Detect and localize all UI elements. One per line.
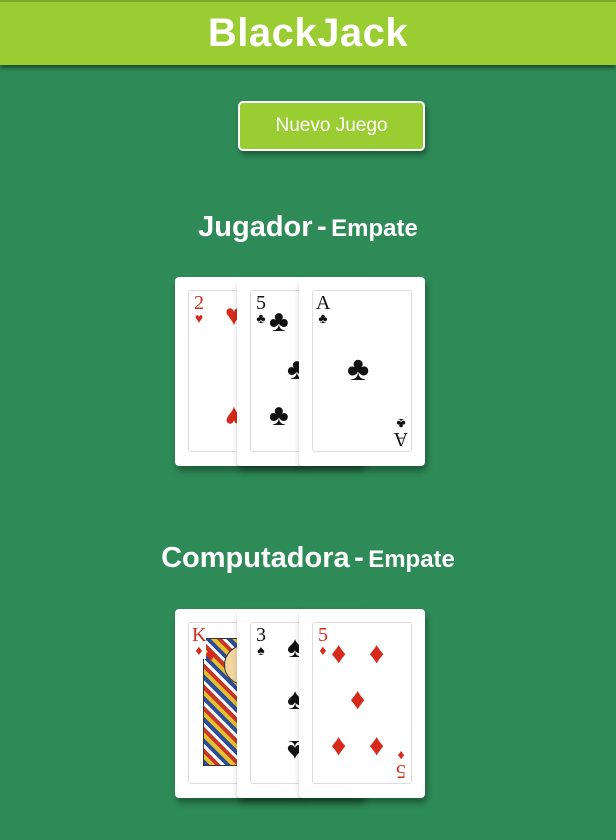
player-separator: - bbox=[317, 211, 327, 243]
card-rank: 3 bbox=[256, 624, 266, 646]
diamond-icon: ♦ bbox=[195, 644, 203, 659]
app-header: BlackJack bbox=[0, 0, 616, 65]
spade-icon: ♠ bbox=[257, 644, 265, 659]
club-icon: ♣ bbox=[256, 312, 266, 327]
club-icon: ♣ bbox=[318, 312, 328, 327]
card-rank: A bbox=[393, 428, 408, 450]
card-index: 5 ♦ bbox=[316, 624, 330, 659]
heart-icon: ♥ bbox=[194, 312, 204, 327]
player-heading: Jugador - Empate bbox=[0, 211, 616, 244]
card-rank: 5 bbox=[256, 292, 266, 314]
card-rank: 5 bbox=[396, 760, 406, 782]
diamond-icon: ♦ bbox=[369, 637, 385, 670]
card-index: A ♣ bbox=[316, 292, 331, 327]
card-index: 2 ♥ bbox=[192, 292, 206, 327]
club-icon: ♣ bbox=[347, 350, 370, 388]
player-card-3: A ♣ ♣ A ♣ bbox=[299, 277, 425, 466]
computer-name: Computadora bbox=[161, 542, 350, 574]
computer-result: Empate bbox=[368, 546, 455, 573]
new-game-button[interactable]: Nuevo Juego bbox=[238, 101, 425, 151]
computer-card-3: 5 ♦ ♦ ♦ ♦ ♦ ♦ 5 ♦ bbox=[299, 609, 425, 798]
club-icon: ♣ bbox=[269, 305, 289, 338]
player-name: Jugador bbox=[198, 211, 313, 243]
club-icon: ♣ bbox=[396, 415, 406, 430]
card-index-bottom: 5 ♦ bbox=[394, 747, 408, 782]
card-index: 3 ♠ bbox=[254, 624, 268, 659]
card-index-bottom: A ♣ bbox=[393, 415, 408, 450]
player-result: Empate bbox=[331, 215, 418, 242]
diamond-icon: ♦ bbox=[369, 729, 385, 762]
club-icon: ♣ bbox=[269, 399, 289, 432]
card-rank: 2 bbox=[194, 292, 204, 314]
card-rank: 5 bbox=[318, 624, 328, 646]
card-index: 5 ♣ bbox=[254, 292, 268, 327]
diamond-icon: ♦ bbox=[397, 747, 405, 762]
computer-heading: Computadora - Empate bbox=[0, 542, 616, 575]
app-title: BlackJack bbox=[207, 11, 409, 55]
card-index: K ♦ bbox=[192, 625, 206, 659]
diamond-icon: ♦ bbox=[331, 637, 347, 670]
diamond-icon: ♦ bbox=[205, 641, 217, 666]
diamond-icon: ♦ bbox=[350, 683, 366, 716]
diamond-icon: ♦ bbox=[331, 729, 347, 762]
computer-separator: - bbox=[354, 542, 364, 574]
card-rank: A bbox=[316, 292, 331, 314]
diamond-icon: ♦ bbox=[319, 644, 327, 659]
